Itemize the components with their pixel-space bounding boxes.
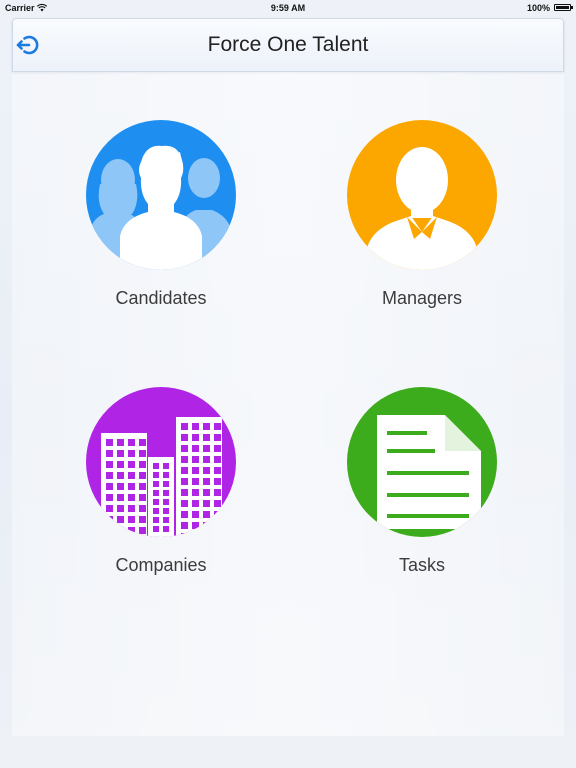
tile-label: Candidates [115,288,207,308]
tile-tasks[interactable]: Tasks [312,387,532,597]
tile-managers[interactable]: Managers [312,120,532,330]
clock: 9:59 AM [270,3,306,13]
battery-percentage: 100% [526,3,550,13]
navigation-bar: Force One Talent [12,18,564,72]
battery-icon [554,4,573,11]
tile-companies[interactable]: Companies [51,387,271,597]
tile-label: Tasks [398,555,445,575]
people-group-icon [86,120,236,270]
tile-label: Companies [115,555,207,575]
manager-person-icon [347,120,497,270]
page-title: Force One Talent [207,33,369,56]
status-bar: Carrier 9:59 AM 100% [0,0,576,17]
document-icon [347,387,497,537]
tile-label: Managers [381,288,463,308]
buildings-icon [86,387,236,537]
tile-candidates[interactable]: Candidates [51,120,271,330]
